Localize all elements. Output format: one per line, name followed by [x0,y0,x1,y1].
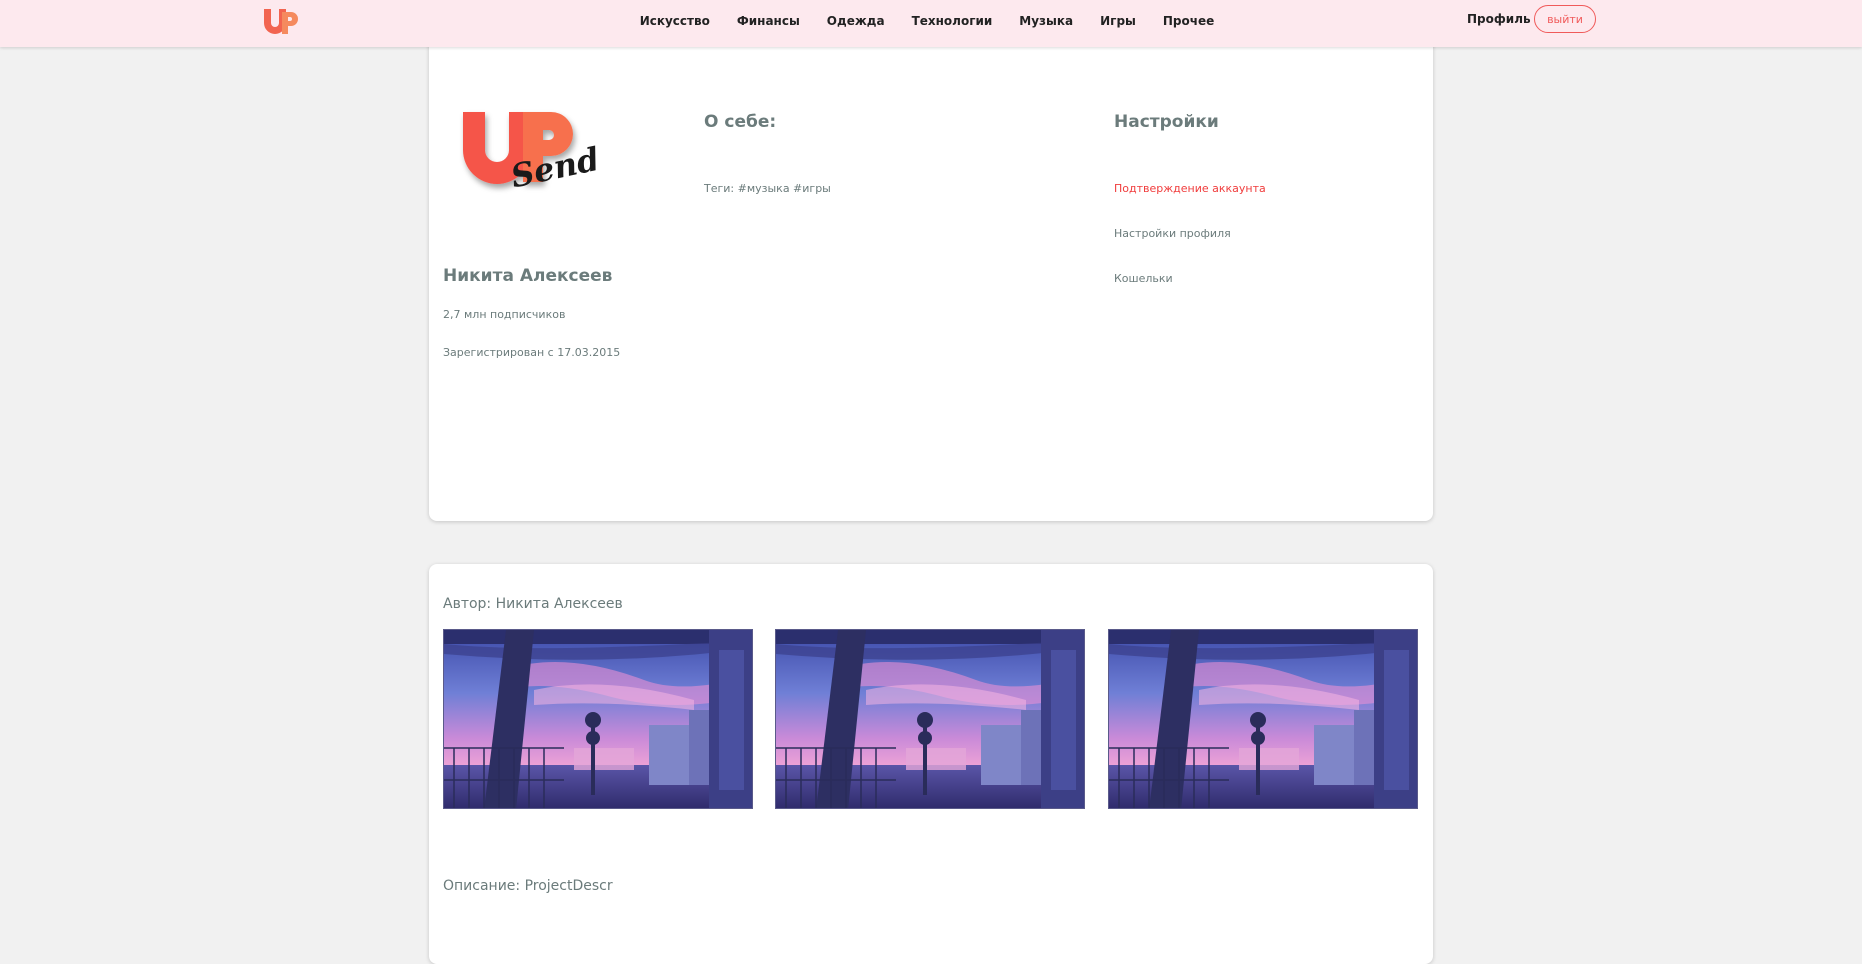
nav-item-games[interactable]: Игры [1100,14,1136,28]
settings-title: Настройки [1114,112,1219,132]
nav-item-other[interactable]: Прочее [1163,14,1214,28]
registration-date: Зарегистрирован с 17.03.2015 [443,346,621,359]
tags-text: Теги: #музыка #игры [704,182,831,195]
subscriber-count: 2,7 млн подписчиков [443,308,566,321]
nav-item-art[interactable]: Искусство [640,14,710,28]
nav-item-finance[interactable]: Финансы [737,14,800,28]
project-card: Автор: Никита Алексеев Описание: Project… [429,564,1433,964]
profile-settings-link[interactable]: Настройки профиля [1114,227,1231,240]
project-image[interactable] [775,629,1085,809]
nav-item-clothes[interactable]: Одежда [827,14,885,28]
nav-item-tech[interactable]: Технологии [912,14,993,28]
about-title: О себе: [704,112,777,132]
upsend-logo: Send [459,102,609,202]
user-name: Никита Алексеев [443,266,613,286]
top-navbar: Искусство Финансы Одежда Технологии Музы… [0,0,1862,47]
site-logo[interactable] [262,6,298,36]
logout-button[interactable]: выйти [1534,5,1596,33]
profile-card: Send Никита Алексеев 2,7 млн подписчиков… [429,40,1433,521]
project-image[interactable] [1108,629,1418,809]
account-verification-link[interactable]: Подтверждение аккаунта [1114,182,1266,195]
profile-link[interactable]: Профиль [1467,12,1531,26]
project-description: Описание: ProjectDescr [443,878,613,894]
wallets-link[interactable]: Кошельки [1114,272,1173,285]
nav-item-music[interactable]: Музыка [1019,14,1073,28]
project-image[interactable] [443,629,753,809]
project-author: Автор: Никита Алексеев [443,596,623,612]
